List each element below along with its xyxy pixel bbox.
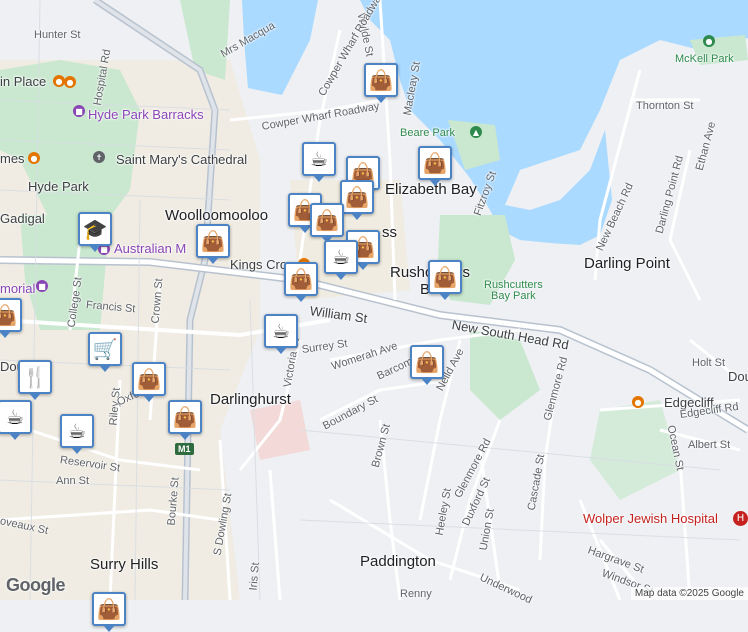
coffee-cup-icon: ☕ bbox=[68, 419, 86, 443]
shopping-bag-icon: 👜 bbox=[96, 597, 122, 621]
coffee-cup-icon: ☕ bbox=[6, 405, 24, 429]
label-albert-st: Albert St bbox=[688, 439, 731, 451]
shopping-bag-pin[interactable]: 👜 bbox=[0, 298, 22, 338]
map-canvas[interactable]: Hunter St Mrs Macqua Hospital Rd Wylde S… bbox=[0, 0, 748, 632]
label-memorial: morial bbox=[0, 281, 36, 296]
school-icon: 🎓 bbox=[82, 217, 108, 241]
museum-icon: ■ bbox=[36, 280, 48, 292]
coffee-cup-pin[interactable]: ☕ bbox=[324, 240, 358, 280]
shopping-bag-pin[interactable]: 👜 bbox=[428, 260, 462, 300]
shopping-bag-icon: 👜 bbox=[288, 267, 314, 291]
label-hyde-park: Hyde Park bbox=[28, 179, 89, 194]
coffee-cup-pin[interactable]: ☕ bbox=[302, 142, 336, 182]
school-pin[interactable]: 🎓 bbox=[78, 212, 112, 252]
label-paddington: Paddington bbox=[360, 553, 436, 570]
map-attribution[interactable]: Map data ©2025 Google bbox=[630, 587, 748, 600]
shopping-bag-pin[interactable]: 👜 bbox=[168, 400, 202, 440]
park-icon: ▲ bbox=[470, 126, 482, 138]
shopping-bag-pin[interactable]: 👜 bbox=[284, 262, 318, 302]
label-dou-east: Dou bbox=[728, 369, 748, 384]
label-darlinghurst: Darlinghurst bbox=[210, 391, 291, 408]
label-saint-marys-cathedral: Saint Mary's Cathedral bbox=[116, 152, 248, 167]
shopping-bag-icon: 👜 bbox=[344, 185, 370, 209]
label-hunter-st: Hunter St bbox=[34, 29, 81, 41]
label-australian-museum: Australian M bbox=[114, 241, 187, 256]
restaurant-icon: 🍴 bbox=[22, 365, 48, 389]
church-icon: ✝ bbox=[93, 151, 105, 163]
shopping-bag-icon: 👜 bbox=[0, 303, 18, 327]
coffee-cup-icon: ☕ bbox=[332, 245, 350, 269]
coffee-cup-pin[interactable]: ☕ bbox=[0, 400, 32, 440]
coffee-cup-icon: ☕ bbox=[310, 147, 328, 171]
shopping-bag-pin[interactable]: 👜 bbox=[340, 180, 374, 220]
shopping-cart-pin[interactable]: 🛒 bbox=[88, 332, 122, 372]
label-surry-hills: Surry Hills bbox=[90, 556, 159, 573]
hospital-icon: H bbox=[733, 511, 748, 526]
coffee-cup-icon: ☕ bbox=[272, 319, 290, 343]
shopping-bag-icon: 👜 bbox=[200, 229, 226, 253]
label-woolloomooloo: Woolloomooloo bbox=[165, 207, 269, 224]
shopping-bag-pin[interactable]: 👜 bbox=[310, 203, 344, 243]
label-mckell-park: McKell Park bbox=[675, 53, 734, 65]
restaurant-pin[interactable]: 🍴 bbox=[18, 360, 52, 400]
shopping-bag-icon: 👜 bbox=[432, 265, 458, 289]
shopping-bag-pin[interactable]: 👜 bbox=[92, 592, 126, 632]
shopping-bag-icon: 👜 bbox=[314, 208, 340, 232]
label-rushcutters-bay-park: Rushcutters Bay Park bbox=[484, 279, 543, 302]
shopping-cart-icon: 🛒 bbox=[92, 337, 118, 361]
shopping-bag-pin[interactable]: 👜 bbox=[410, 345, 444, 385]
park-icon: ● bbox=[703, 35, 715, 47]
motorway-shield: M1 bbox=[175, 443, 194, 455]
transit-icon: ● bbox=[64, 76, 76, 88]
transit-icon: ● bbox=[53, 75, 65, 87]
label-thornton-st: Thornton St bbox=[636, 100, 694, 112]
shopping-bag-pin[interactable]: 👜 bbox=[132, 362, 166, 402]
coffee-cup-pin[interactable]: ☕ bbox=[264, 314, 298, 354]
shopping-bag-icon: 👜 bbox=[414, 350, 440, 374]
label-gadigal: Gadigal bbox=[0, 211, 45, 226]
google-logo: Google bbox=[6, 575, 66, 595]
label-martin-place: in Place bbox=[0, 74, 47, 89]
transit-icon: ● bbox=[632, 396, 644, 408]
label-holt-st: Holt St bbox=[692, 357, 726, 369]
coffee-cup-pin[interactable]: ☕ bbox=[60, 414, 94, 454]
label-wolper-jewish-hospital: Wolper Jewish Hospital bbox=[583, 511, 718, 526]
label-renny: Renny bbox=[400, 588, 432, 600]
label-hyde-park-barracks: Hyde Park Barracks bbox=[88, 107, 204, 122]
shopping-bag-pin[interactable]: 👜 bbox=[418, 146, 452, 186]
shopping-bag-icon: 👜 bbox=[172, 405, 198, 429]
shopping-bag-icon: 👜 bbox=[422, 151, 448, 175]
label-beare-park: Beare Park bbox=[400, 127, 456, 139]
label-kings-cross: Kings Cro bbox=[230, 257, 288, 272]
label-darling-point: Darling Point bbox=[584, 255, 670, 272]
shopping-bag-icon: 👜 bbox=[136, 367, 162, 391]
shopping-bag-pin[interactable]: 👜 bbox=[364, 63, 398, 103]
label-potts-point: ss bbox=[382, 224, 397, 241]
shopping-bag-icon: 👜 bbox=[368, 68, 394, 92]
transit-icon: ● bbox=[28, 152, 40, 164]
label-ann-st: Ann St bbox=[56, 475, 90, 487]
label-james: mes bbox=[0, 151, 25, 166]
shopping-bag-pin[interactable]: 👜 bbox=[196, 224, 230, 264]
museum-icon: ■ bbox=[73, 105, 85, 117]
